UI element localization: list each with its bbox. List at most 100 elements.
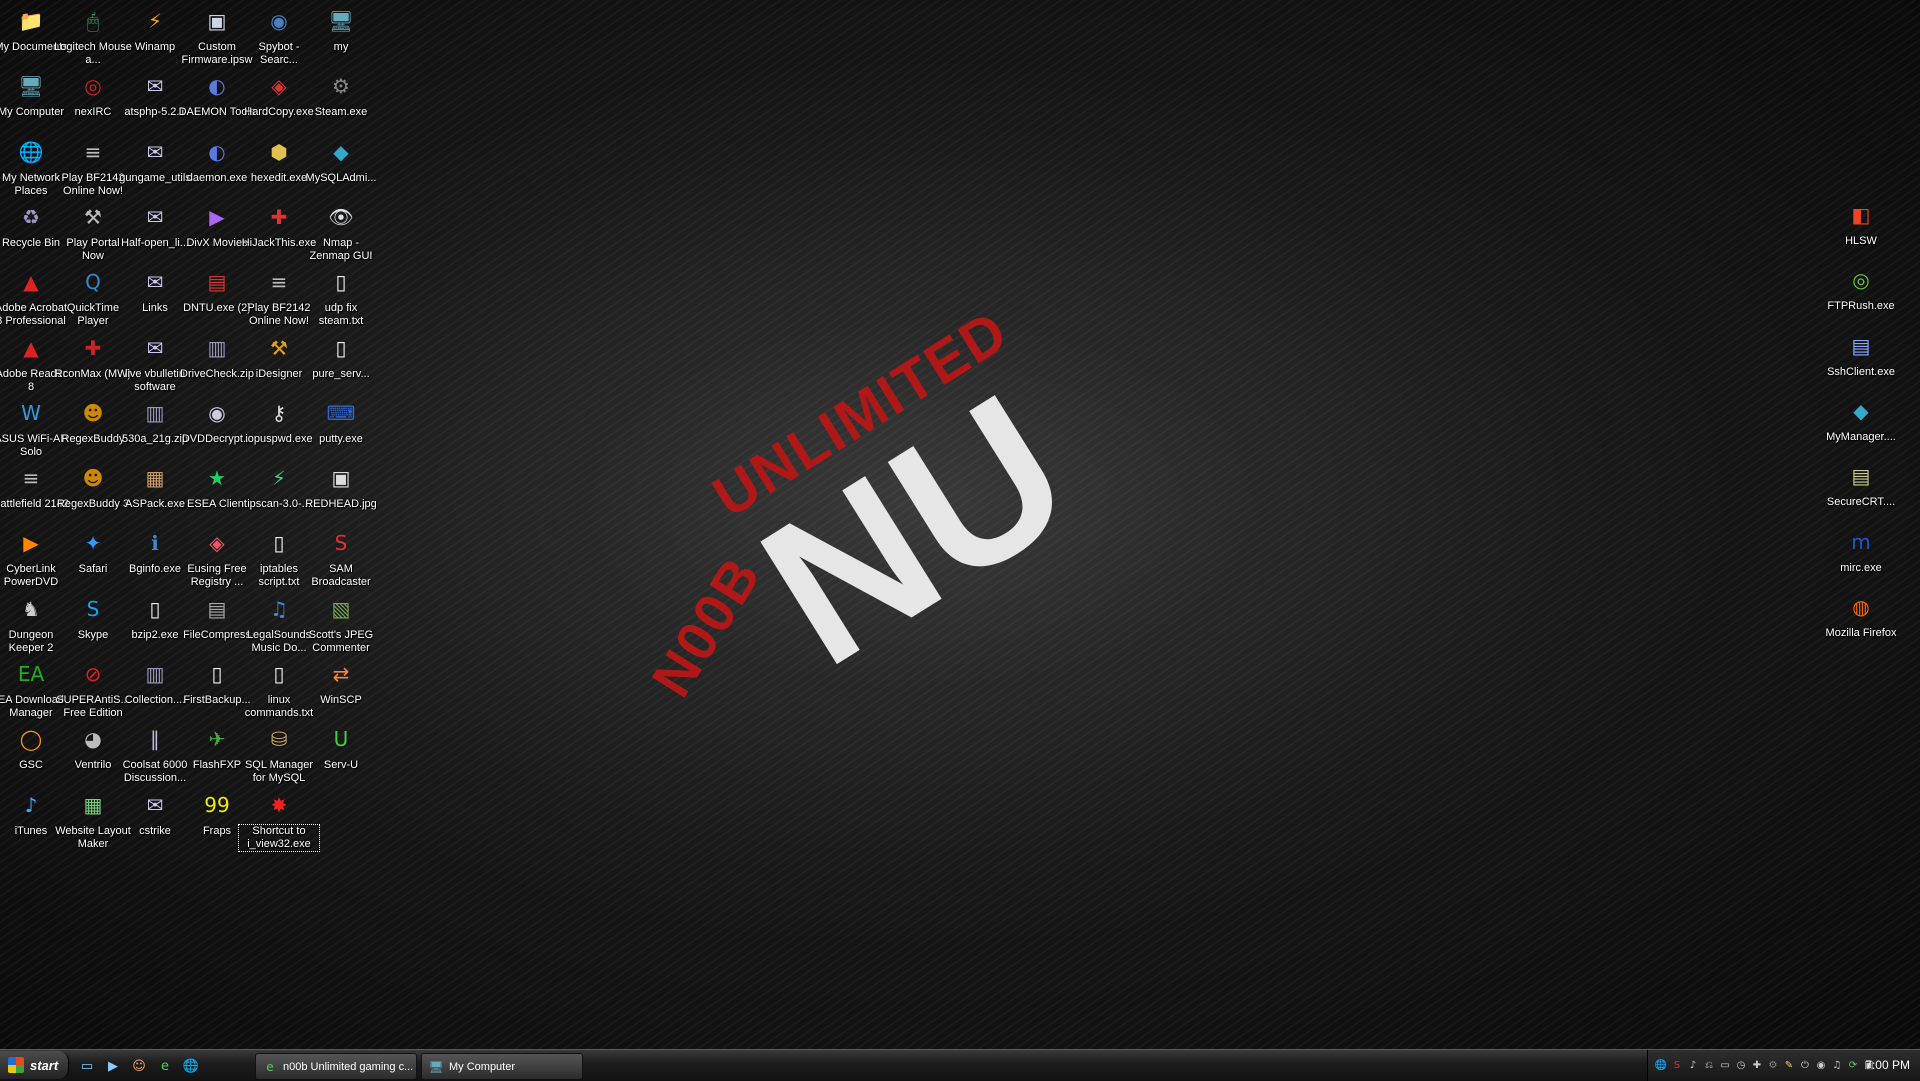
ftprush-icon: ◎: [1852, 268, 1870, 293]
desktop-icon-label: Steam.exe: [314, 106, 368, 119]
dolphin-icon: ◆: [1853, 398, 1869, 423]
steam-icon[interactable]: ⚙: [1766, 1059, 1780, 1073]
desktop-icon[interactable]: ◧ HLSW: [1821, 196, 1901, 248]
putty-icon: ⌨: [326, 400, 356, 425]
taskbar-button[interactable]: 🖥 My Computer: [421, 1053, 583, 1080]
file-icon: ▯: [149, 596, 161, 621]
zip-icon: ▥: [207, 335, 227, 360]
ie-icon[interactable]: e: [154, 1055, 176, 1077]
desktop-icon-label: Serv-U: [323, 759, 359, 772]
desktop-icon[interactable]: ⌨ putty.exe: [301, 394, 381, 446]
monitor-icon[interactable]: ▭: [1718, 1059, 1732, 1073]
photo-icon: ▧: [331, 596, 351, 621]
winscp-icon: ⇄: [332, 662, 350, 686]
desktop-icon[interactable]: S SAM Broadcaster: [301, 524, 381, 589]
desktop-icon-label: pure_serv...: [312, 367, 370, 380]
pdf-icon: ▲: [23, 270, 39, 295]
desktop-icon[interactable]: ▧ Scott's JPEG Commenter: [301, 590, 381, 655]
disk-icon[interactable]: ◉: [1814, 1059, 1828, 1073]
desktop-icon[interactable]: ▯ udp fix steam.txt: [301, 263, 381, 328]
start-label: start: [30, 1057, 59, 1073]
clock-icon[interactable]: ◷: [1734, 1059, 1748, 1073]
media-icon[interactable]: ▶: [102, 1055, 124, 1077]
desktop-icon[interactable]: ✸ Shortcut to i_view32.exe: [238, 786, 320, 852]
regex-icon: ☻: [82, 466, 104, 491]
clock[interactable]: 7:00 PM: [1865, 1058, 1910, 1072]
computer-icon: 🖥: [428, 1059, 444, 1074]
desktop-icon-label: my: [333, 41, 349, 53]
skype-icon: S: [86, 596, 100, 621]
flag-icon: ✚: [84, 335, 102, 360]
desktop-icon-label: Nmap - Zenmap GUI: [309, 236, 373, 262]
power-icon[interactable]: ⏻: [1798, 1059, 1812, 1073]
taskbar-button[interactable]: e n00b Unlimited gaming c...: [255, 1053, 417, 1080]
shield-icon[interactable]: S: [1670, 1059, 1684, 1073]
desktop-icon[interactable]: ◆ MyManager....: [1821, 392, 1901, 444]
info-icon: ℹ: [151, 531, 159, 556]
desktop-icon-label: WinSCP: [320, 694, 362, 706]
windows-flag-icon: [8, 1057, 24, 1073]
network-icon[interactable]: 🌐: [180, 1055, 202, 1077]
hijack-icon: ✚: [270, 204, 288, 229]
desktop-icon[interactable]: ◆ MySQLAdmi...: [301, 133, 381, 185]
gsc-icon: ◯: [19, 727, 43, 752]
update-icon[interactable]: ⟳: [1846, 1059, 1860, 1073]
desktop-icon[interactable]: ◍ Mozilla Firefox: [1821, 588, 1901, 640]
hlsw-icon: ◧: [1851, 203, 1871, 227]
usb-icon[interactable]: ⎌: [1702, 1059, 1716, 1073]
antivirus-icon[interactable]: ✚: [1750, 1059, 1764, 1073]
dvd-icon: ◉: [208, 400, 226, 425]
desktop-icon-label: SAM Broadcaster: [311, 563, 371, 589]
messenger-icon[interactable]: ☺: [128, 1055, 150, 1077]
desktop-icon[interactable]: ▯ pure_serv...: [301, 329, 381, 381]
desktop-icon-label: SshClient.exe: [1827, 365, 1895, 378]
desktop-icon[interactable]: U Serv-U: [301, 720, 381, 772]
powerdvd-icon: ▶: [23, 531, 39, 556]
desktop-icon[interactable]: ▣ REDHEAD.jpg: [301, 459, 381, 511]
taskbar: start ▭ ▶ ☺ e 🌐 e n00b Unlimited gaming c... 🖥…: [0, 1049, 1920, 1081]
network-icon[interactable]: 🌐: [1654, 1059, 1668, 1073]
file-icon: ▯: [335, 335, 347, 360]
desktop-icon-label: MyManager....: [1826, 430, 1896, 443]
speaker-icon[interactable]: ♫: [1830, 1059, 1844, 1073]
bf2142-icon: ≡: [270, 270, 288, 295]
horns-icon: ♞: [22, 596, 40, 621]
splat-icon: ✸: [270, 792, 288, 817]
desktop-icon[interactable]: ▤ SecureCRT....: [1821, 457, 1901, 509]
desktop-icon[interactable]: 🖥 my: [301, 2, 381, 54]
envelope-icon: ✉: [146, 74, 164, 99]
desktop-icon[interactable]: ▤ SshClient.exe: [1821, 327, 1901, 379]
desktop-icon-label: Mozilla Firefox: [1825, 626, 1897, 639]
start-button[interactable]: start: [0, 1051, 69, 1079]
desktop-icon[interactable]: ⚙ Steam.exe: [301, 67, 381, 119]
file-icon: ▯: [335, 270, 347, 295]
securecrt-icon: ▤: [1851, 464, 1871, 489]
regex-icon: ☻: [82, 400, 104, 425]
music-icon: ♫: [270, 596, 288, 621]
taskbar-button-label: n00b Unlimited gaming c...: [283, 1060, 414, 1073]
desktop-icon[interactable]: ◎ FTPRush.exe: [1821, 261, 1901, 313]
desktop-icon-label: udp fix steam.txt: [318, 302, 364, 328]
nospy-icon: ⊘: [84, 662, 102, 686]
computer-icon: 🖥: [18, 74, 44, 99]
desktop-icon-label: mirc.exe: [1840, 561, 1882, 574]
desktop-icon[interactable]: ▭: [76, 1055, 98, 1077]
steam-icon: ⚙: [332, 74, 350, 99]
disc-icon: ◐: [208, 139, 226, 164]
desktop-icon[interactable]: 👁 Nmap - Zenmap GUI: [301, 198, 381, 263]
volume-icon[interactable]: ♪: [1686, 1059, 1700, 1073]
zip-icon: ▥: [145, 662, 165, 686]
flashfxp-icon: ✈: [208, 727, 226, 752]
image-icon: ▣: [331, 466, 351, 491]
registry-icon: ◈: [209, 531, 225, 556]
irc-icon: ◎: [84, 74, 102, 99]
spy-icon: ◉: [270, 9, 288, 33]
pen-icon[interactable]: ✎: [1782, 1059, 1796, 1073]
system-tray: 🌐 S ♪ ⎌ ▭ ◷ ✚ ⚙ ✎ ⏻ ◉ ♫ ⟳ ▣ 7:00 PM: [1647, 1050, 1920, 1081]
file-icon: ▯: [211, 662, 223, 686]
desktop[interactable]: UNLIMITED NU N00B 📁 My Documents 🖱 Logitech…: [0, 0, 1920, 1049]
desktop-icon[interactable]: m mirc.exe: [1821, 523, 1901, 575]
desktop-icon-label: putty.exe: [319, 432, 363, 445]
desktop-icon[interactable]: ⇄ WinSCP: [301, 655, 381, 707]
bf2142-icon: ≡: [84, 139, 102, 164]
